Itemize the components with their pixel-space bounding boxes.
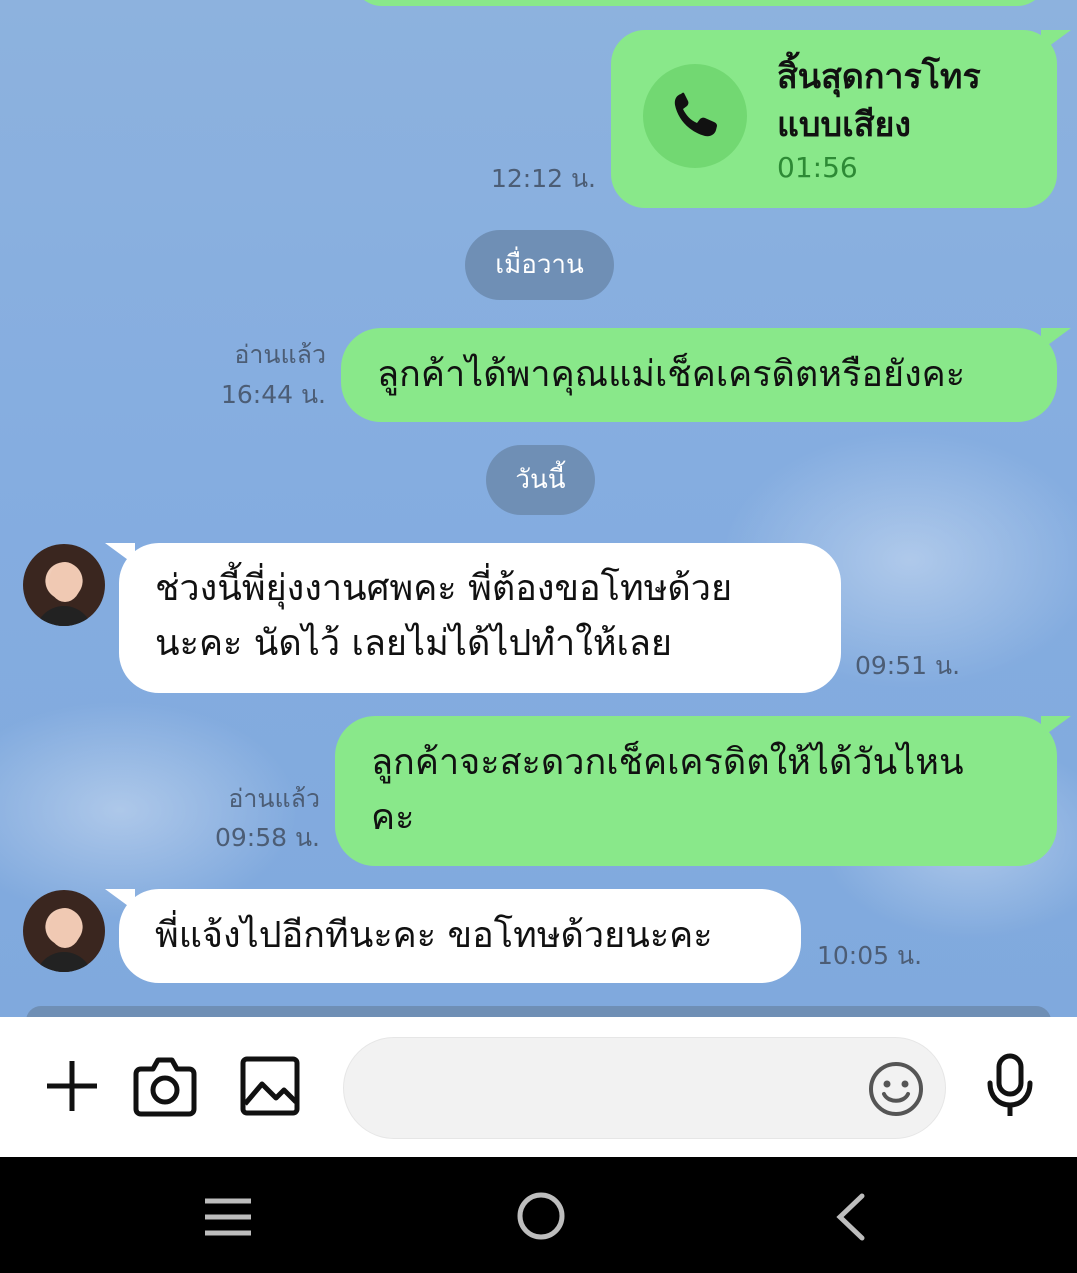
- message-text: พี่แจ้งไปอีกทีนะคะ ขอโทษด้วยนะคะ: [155, 915, 713, 956]
- contact-avatar[interactable]: [23, 544, 105, 626]
- home-icon[interactable]: [515, 1190, 567, 1246]
- read-status: อ่านแล้ว: [228, 784, 320, 813]
- read-status: อ่านแล้ว: [234, 340, 326, 369]
- microphone-icon[interactable]: [985, 1053, 1035, 1123]
- avatar-shirt: [35, 952, 93, 972]
- next-item-edge: [26, 1006, 1051, 1017]
- call-title-line1: สิ้นสุดการโทร: [777, 57, 981, 97]
- date-separator: เมื่อวาน: [465, 230, 614, 300]
- received-message-bubble[interactable]: พี่แจ้งไปอีกทีนะคะ ขอโทษด้วยนะคะ: [105, 889, 801, 983]
- sent-message-bubble[interactable]: ลูกค้าได้พาคุณแม่เช็คเครดิตหรือยังคะ: [341, 328, 1071, 422]
- chat-area[interactable]: สิ้นสุดการโทร แบบเสียง 01:56 12:12 น. เม…: [0, 0, 1077, 1017]
- call-icon-circle: [643, 64, 747, 168]
- camera-icon[interactable]: [133, 1055, 197, 1121]
- message-time: 10:05 น.: [817, 941, 923, 970]
- message-input-bar: [0, 1017, 1077, 1157]
- sent-message-bubble[interactable]: ลูกค้าจะสะดวกเช็คเครดิตให้ได้วันไหน คะ: [335, 716, 1071, 866]
- contact-avatar[interactable]: [23, 890, 105, 972]
- call-title-line2: แบบเสียง: [777, 105, 911, 145]
- message-text-line1: ช่วงนี้พี่ยุ่งงานศพคะ พี่ต้องขอโทษด้วย: [155, 568, 733, 609]
- phone-icon: [674, 92, 717, 137]
- emoji-icon[interactable]: [868, 1061, 924, 1121]
- image-icon[interactable]: [240, 1056, 300, 1120]
- message-time: 16:44 น.: [220, 380, 326, 409]
- message-time: 12:12 น.: [490, 164, 596, 193]
- avatar-face: [49, 908, 81, 948]
- call-ended-bubble[interactable]: สิ้นสุดการโทร แบบเสียง 01:56: [611, 30, 1071, 208]
- avatar-face: [49, 562, 81, 602]
- message-text-line1: ลูกค้าจะสะดวกเช็คเครดิตให้ได้วันไหน: [371, 742, 964, 783]
- back-icon[interactable]: [830, 1192, 870, 1246]
- message-time: 09:58 น.: [214, 823, 320, 852]
- system-navigation-bar: [0, 1157, 1077, 1273]
- message-text: ลูกค้าได้พาคุณแม่เช็คเครดิตหรือยังคะ: [377, 354, 966, 395]
- plus-icon[interactable]: [43, 1057, 101, 1119]
- message-time: 09:51 น.: [855, 651, 961, 680]
- message-text-line2: คะ: [371, 797, 415, 838]
- message-input[interactable]: [343, 1037, 946, 1139]
- received-message-bubble[interactable]: ช่วงนี้พี่ยุ่งงานศพคะ พี่ต้องขอโทษด้วย น…: [105, 543, 841, 693]
- recent-apps-icon[interactable]: [203, 1197, 253, 1241]
- avatar-shirt: [35, 606, 93, 626]
- call-duration: 01:56: [777, 151, 858, 184]
- date-separator: วันนี้: [486, 445, 595, 515]
- previous-message-bubble[interactable]: [352, 0, 1047, 6]
- message-text-line2: นะคะ นัดไว้ เลยไม่ได้ไปทำให้เลย: [155, 623, 673, 664]
